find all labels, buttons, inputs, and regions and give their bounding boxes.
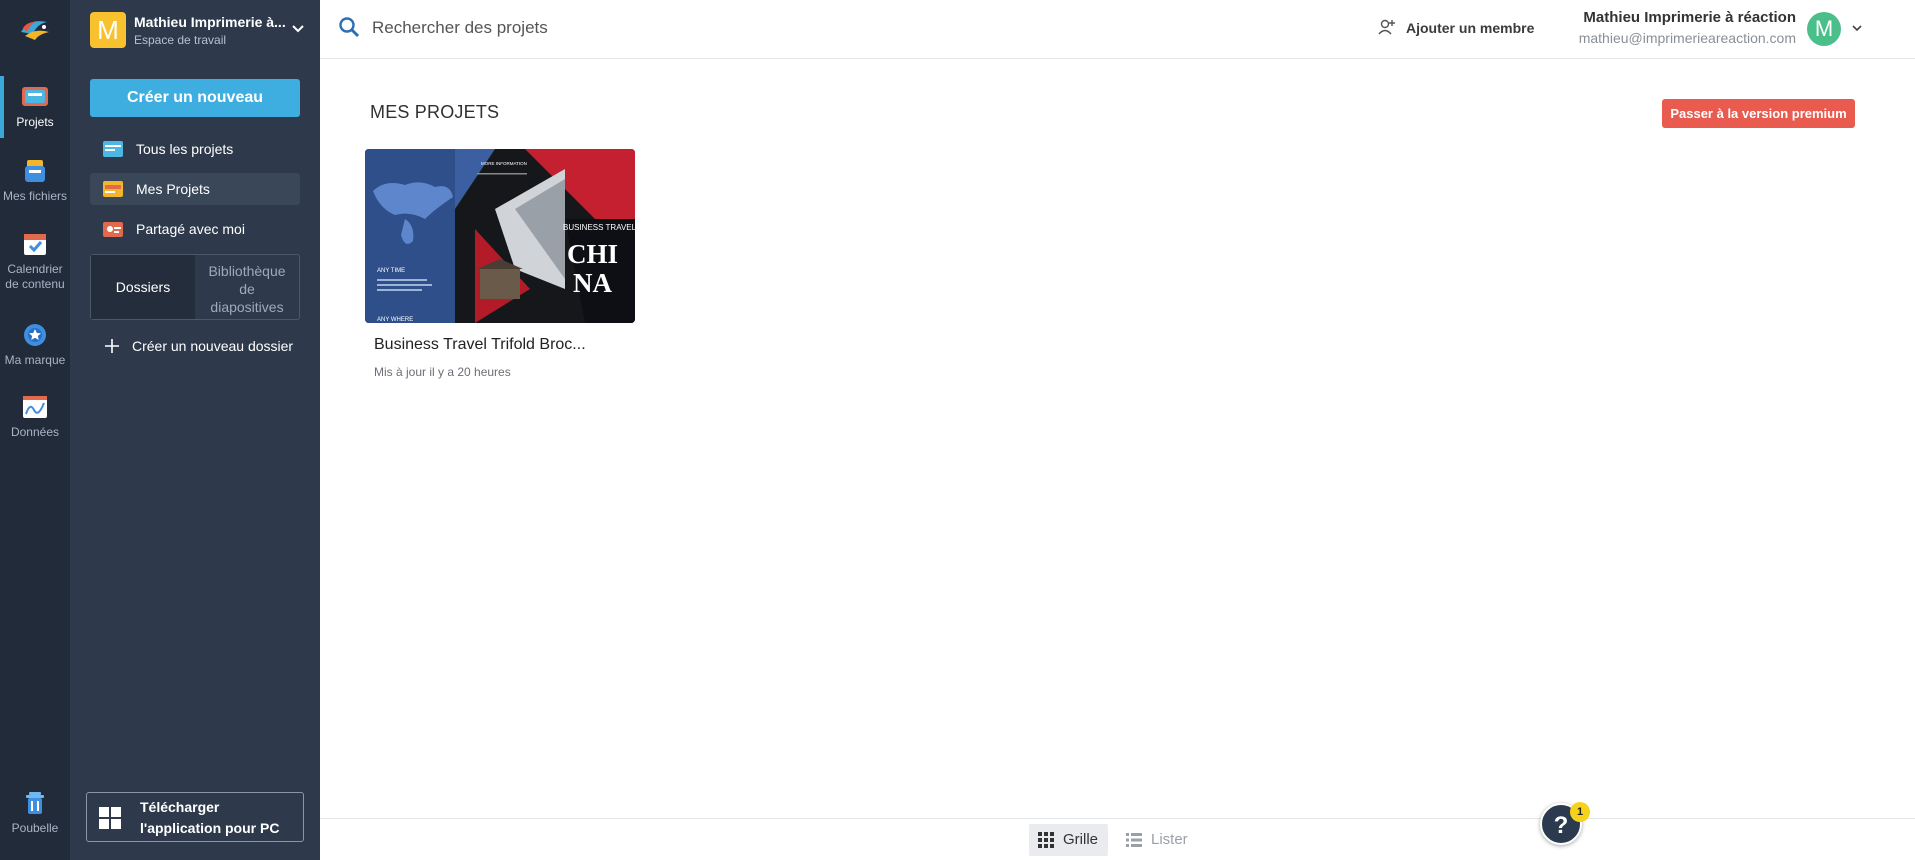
grid-icon (1038, 832, 1054, 848)
project-updated: Mis à jour il y a 20 heures (374, 365, 511, 379)
page-title: MES PROJETS (370, 102, 500, 122)
rail-item-ma-marque[interactable]: Ma marque (0, 322, 70, 368)
thumb-headline: BUSINESS TRAVEL TO (563, 223, 635, 232)
list-icon (1126, 833, 1142, 847)
nav-label: Tous les projets (136, 141, 234, 157)
tab-label: de (239, 281, 255, 297)
calendar-icon (24, 234, 46, 255)
thumb-any-time: ANY TIME (377, 268, 405, 274)
upgrade-premium-button[interactable]: Passer à la version premium (1662, 99, 1855, 128)
tab-label: Bibliothèque (208, 263, 286, 279)
workspace-switcher[interactable]: M Mathieu Imprimerie à... Espace de trav… (90, 12, 305, 50)
my-projects-icon (103, 181, 123, 197)
rail-label: Calendrier (7, 262, 63, 276)
grid-view-button[interactable]: Grille (1029, 824, 1109, 856)
list-view-button[interactable]: Lister (1117, 824, 1198, 856)
chevron-down-icon[interactable] (1851, 22, 1863, 34)
shared-icon (103, 222, 123, 237)
project-card[interactable]: ANY TIME ANY WHERE MORE INFORMATION BUSI… (365, 149, 635, 387)
add-member-label: Ajouter un membre (1406, 20, 1535, 36)
trash-icon (26, 792, 44, 814)
notification-badge: 1 (1570, 802, 1590, 822)
user-avatar[interactable]: M (1807, 12, 1841, 46)
rail-item-poubelle[interactable]: Poubelle (0, 790, 70, 836)
create-folder-label: Créer un nouveau dossier (132, 338, 294, 354)
thumb-more-info: MORE INFORMATION (481, 161, 527, 166)
add-user-icon (1378, 19, 1395, 35)
download-label: Télécharger l'application pour PC (140, 797, 279, 839)
tab-slide-library[interactable]: Bibliothèque de diapositives (195, 255, 299, 319)
create-new-button[interactable]: Créer un nouveau (90, 79, 300, 117)
icon-rail: Projets Mes fichiers Calendrier de conte… (0, 0, 70, 860)
rail-item-donnees[interactable]: Données (0, 394, 70, 440)
app-logo-icon[interactable] (17, 14, 53, 44)
thumb-any-where: ANY WHERE (377, 317, 413, 323)
thumb-big-line-1: CHI (567, 239, 618, 269)
search-icon (339, 17, 360, 38)
nav-item-all-projects[interactable]: Tous les projets (90, 133, 300, 165)
thumb-big-line-2: NA (573, 268, 612, 298)
folders-library-toggle: Dossiers Bibliothèque de diapositives (90, 254, 300, 320)
project-thumbnail[interactable]: ANY TIME ANY WHERE MORE INFORMATION BUSI… (365, 149, 635, 323)
all-projects-icon (103, 141, 123, 157)
chevron-down-icon (292, 25, 304, 33)
rail-item-calendrier[interactable]: Calendrier de contenu (0, 231, 70, 292)
workspace-avatar: M (90, 12, 126, 48)
main-content: Ajouter un membre Mathieu Imprimerie à r… (320, 0, 1915, 860)
data-icon (23, 396, 47, 418)
project-title[interactable]: Business Travel Trifold Broc... (374, 336, 586, 354)
create-folder-button[interactable]: Créer un nouveau dossier (90, 330, 300, 362)
list-view-label: Lister (1151, 831, 1188, 848)
top-bar: Ajouter un membre Mathieu Imprimerie à r… (320, 0, 1915, 59)
nav-item-my-projects[interactable]: Mes Projets (90, 173, 300, 205)
rail-label: Mes fichiers (2, 189, 67, 203)
rail-label: Ma marque (4, 353, 66, 367)
projects-icon (22, 87, 48, 106)
rail-label: Projets (16, 115, 54, 129)
user-name: Mathieu Imprimerie à réaction (1583, 9, 1796, 26)
tab-label: diapositives (210, 299, 284, 315)
user-email: mathieu@imprimerieareaction.com (1578, 30, 1796, 46)
workspace-name: Mathieu Imprimerie à... (134, 14, 286, 30)
grid-view-label: Grille (1063, 831, 1099, 848)
nav-label: Partagé avec moi (136, 221, 245, 237)
plus-icon (105, 339, 119, 353)
download-pc-app-button[interactable]: Télécharger l'application pour PC (86, 792, 304, 842)
brochure-preview-image: ANY TIME ANY WHERE MORE INFORMATION BUSI… (365, 149, 635, 323)
rail-label: Poubelle (11, 821, 59, 835)
download-line-2: l'application pour PC (140, 820, 280, 836)
nav-label: Mes Projets (136, 181, 210, 197)
project-sidebar: M Mathieu Imprimerie à... Espace de trav… (70, 0, 320, 860)
nav-item-shared-with-me[interactable]: Partagé avec moi (90, 213, 300, 245)
workspace-subtitle: Espace de travail (134, 33, 227, 47)
windows-icon (99, 807, 121, 829)
rail-label: de contenu (5, 277, 65, 291)
rail-item-mes-fichiers[interactable]: Mes fichiers (0, 158, 70, 204)
brand-icon (24, 324, 46, 346)
rail-item-projets[interactable]: Projets (0, 84, 70, 130)
rail-label: Données (10, 425, 60, 439)
files-icon (25, 160, 45, 182)
download-line-1: Télécharger (140, 799, 220, 815)
tab-dossiers[interactable]: Dossiers (91, 255, 195, 319)
view-switcher-bar: Grille Lister (320, 818, 1915, 860)
search-input[interactable] (372, 13, 872, 43)
